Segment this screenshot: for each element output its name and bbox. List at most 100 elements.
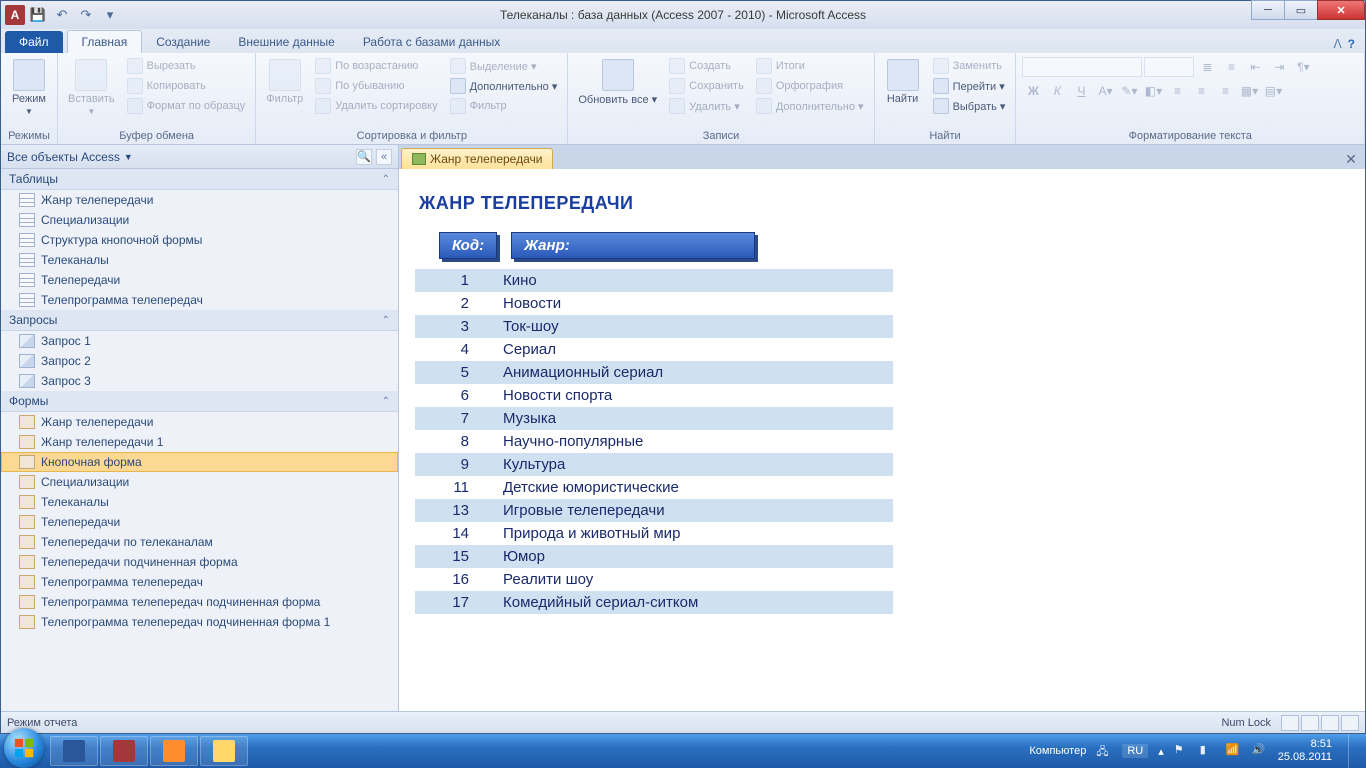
view-button[interactable]: Режим▼: [7, 57, 51, 118]
qat-redo-icon[interactable]: ↷: [75, 4, 97, 26]
formatpainter-button[interactable]: Формат по образцу: [123, 97, 250, 115]
font-family-select[interactable]: [1022, 57, 1142, 77]
font-size-select[interactable]: [1144, 57, 1194, 77]
select-button[interactable]: Выбрать ▾: [929, 97, 1010, 115]
totals-button[interactable]: Итоги: [752, 57, 868, 75]
taskbar-media[interactable]: [150, 736, 198, 766]
view-print-icon[interactable]: [1301, 715, 1319, 731]
font-color-icon[interactable]: A▾: [1094, 81, 1116, 101]
tab-external[interactable]: Внешние данные: [224, 31, 349, 53]
delete-record-button[interactable]: Удалить ▾: [665, 97, 748, 115]
nav-item[interactable]: Жанр телепередачи 1: [1, 432, 398, 452]
nav-item[interactable]: Телепрограмма телепередач: [1, 572, 398, 592]
nav-item[interactable]: Телеканалы: [1, 250, 398, 270]
find-button[interactable]: Найти: [881, 57, 925, 107]
refresh-all-button[interactable]: Обновить все ▾: [574, 57, 661, 108]
tray-wifi-icon[interactable]: 📶: [1226, 743, 1242, 759]
view-report-icon[interactable]: [1281, 715, 1299, 731]
align-right-icon[interactable]: ≡: [1214, 81, 1236, 101]
nav-item[interactable]: Телепередачи по телеканалам: [1, 532, 398, 552]
align-center-icon[interactable]: ≡: [1190, 81, 1212, 101]
highlight-icon[interactable]: ✎▾: [1118, 81, 1140, 101]
save-record-button[interactable]: Сохранить: [665, 77, 748, 95]
close-button[interactable]: ✕: [1317, 0, 1365, 20]
nav-item[interactable]: Специализации: [1, 472, 398, 492]
nav-group[interactable]: Запросы⌃: [1, 310, 398, 331]
show-desktop-button[interactable]: [1348, 734, 1360, 768]
qat-save-icon[interactable]: 💾: [27, 4, 49, 26]
new-record-button[interactable]: Создать: [665, 57, 748, 75]
filter-button[interactable]: Фильтр: [262, 57, 307, 107]
nav-item[interactable]: Запрос 1: [1, 331, 398, 351]
nav-group[interactable]: Формы⌃: [1, 391, 398, 412]
bold-icon[interactable]: Ж: [1022, 81, 1044, 101]
tray-computer[interactable]: Компьютер: [1029, 745, 1086, 757]
nav-item[interactable]: Телепрограмма телепередач: [1, 290, 398, 310]
view-design-icon[interactable]: [1341, 715, 1359, 731]
maximize-button[interactable]: ▭: [1284, 0, 1318, 20]
advanced-filter-button[interactable]: Дополнительно ▾: [446, 77, 562, 95]
nav-search-icon[interactable]: 🔍: [356, 149, 372, 165]
nav-item[interactable]: Запрос 3: [1, 371, 398, 391]
start-button[interactable]: [4, 728, 44, 768]
bullets-icon[interactable]: ≣: [1196, 57, 1218, 77]
altrow-icon[interactable]: ▤▾: [1262, 81, 1284, 101]
textdir-icon[interactable]: ¶▾: [1292, 57, 1314, 77]
tab-home[interactable]: Главная: [67, 30, 143, 53]
help-icon[interactable]: ?: [1348, 37, 1355, 51]
cut-button[interactable]: Вырезать: [123, 57, 250, 75]
toggle-filter-button[interactable]: Фильтр: [446, 97, 562, 115]
tray-flag-icon[interactable]: ⚑: [1174, 743, 1190, 759]
qat-undo-icon[interactable]: ↶: [51, 4, 73, 26]
replace-button[interactable]: Заменить: [929, 57, 1010, 75]
clear-sort-button[interactable]: Удалить сортировку: [311, 97, 441, 115]
tray-volume-icon[interactable]: 🔊: [1252, 743, 1268, 759]
numbering-icon[interactable]: ≡: [1220, 57, 1242, 77]
nav-group[interactable]: Таблицы⌃: [1, 169, 398, 190]
taskbar-explorer[interactable]: [200, 736, 248, 766]
nav-item[interactable]: Специализации: [1, 210, 398, 230]
close-document-icon[interactable]: ✕: [1341, 149, 1361, 169]
align-left-icon[interactable]: ≡: [1166, 81, 1188, 101]
nav-item[interactable]: Структура кнопочной формы: [1, 230, 398, 250]
goto-button[interactable]: Перейти ▾: [929, 77, 1010, 95]
view-layout-icon[interactable]: [1321, 715, 1339, 731]
nav-item[interactable]: Телепрограмма телепередач подчиненная фо…: [1, 592, 398, 612]
underline-icon[interactable]: Ч: [1070, 81, 1092, 101]
nav-collapse-icon[interactable]: «: [376, 149, 392, 165]
sort-asc-button[interactable]: По возрастанию: [311, 57, 441, 75]
taskbar-word[interactable]: [50, 736, 98, 766]
selection-filter-button[interactable]: Выделение ▾: [446, 57, 562, 75]
nav-title[interactable]: Все объекты Access: [7, 150, 120, 164]
tray-up-icon[interactable]: ▴: [1158, 745, 1164, 758]
tray-lang[interactable]: RU: [1122, 744, 1148, 758]
nav-item[interactable]: Телеканалы: [1, 492, 398, 512]
indent-inc-icon[interactable]: ⇥: [1268, 57, 1290, 77]
minimize-button[interactable]: ─: [1251, 0, 1285, 20]
nav-item[interactable]: Телепередачи: [1, 270, 398, 290]
nav-item[interactable]: Телепередачи: [1, 512, 398, 532]
tray-network-icon[interactable]: 🖧: [1096, 743, 1112, 759]
nav-item[interactable]: Запрос 2: [1, 351, 398, 371]
spelling-button[interactable]: Орфография: [752, 77, 868, 95]
tray-clock[interactable]: 8:5125.08.2011: [1278, 738, 1332, 763]
indent-dec-icon[interactable]: ⇤: [1244, 57, 1266, 77]
nav-dropdown-icon[interactable]: ▼: [124, 152, 133, 162]
minimize-ribbon-icon[interactable]: ᐱ: [1333, 37, 1341, 51]
nav-item[interactable]: Телепрограмма телепередач подчиненная фо…: [1, 612, 398, 632]
nav-item[interactable]: Жанр телепередачи: [1, 412, 398, 432]
taskbar-access[interactable]: [100, 736, 148, 766]
copy-button[interactable]: Копировать: [123, 77, 250, 95]
sort-desc-button[interactable]: По убыванию: [311, 77, 441, 95]
file-tab[interactable]: Файл: [5, 31, 63, 53]
gridlines-icon[interactable]: ▦▾: [1238, 81, 1260, 101]
qat-customize-icon[interactable]: ▾: [99, 4, 121, 26]
nav-item[interactable]: Телепередачи подчиненная форма: [1, 552, 398, 572]
tray-battery-icon[interactable]: ▮: [1200, 743, 1216, 759]
nav-item[interactable]: Жанр телепередачи: [1, 190, 398, 210]
tab-dbtools[interactable]: Работа с базами данных: [349, 31, 514, 53]
tab-create[interactable]: Создание: [142, 31, 224, 53]
italic-icon[interactable]: К: [1046, 81, 1068, 101]
nav-item[interactable]: Кнопочная форма: [1, 452, 398, 472]
fill-color-icon[interactable]: ◧▾: [1142, 81, 1164, 101]
